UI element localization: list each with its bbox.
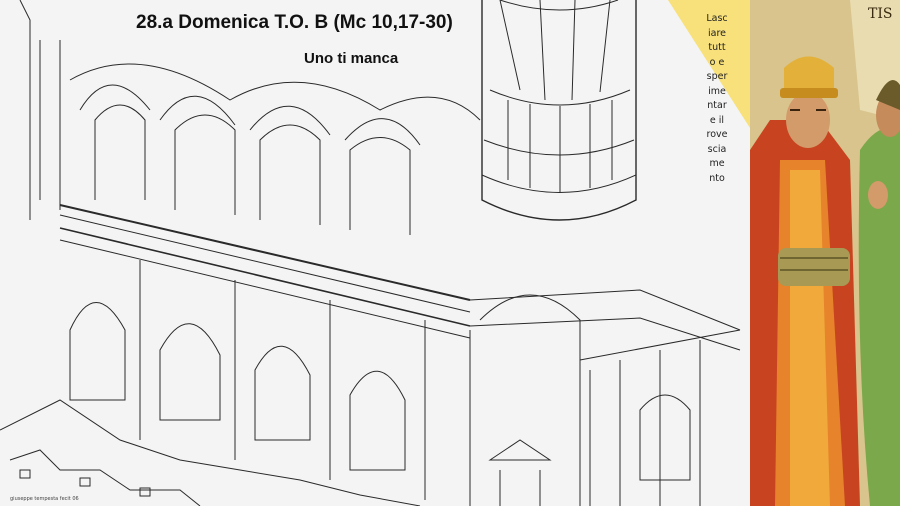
side-caption-line: e il (709, 114, 725, 126)
side-caption-line: Lasc (706, 13, 728, 24)
slide: TIS 28.a Domenica T.O. B (Mc 10,17-30) U… (0, 0, 900, 506)
slide-subtitle: Uno ti manca (304, 50, 399, 67)
arcade (69, 260, 701, 506)
slide-title: 28.a Domenica T.O. B (Mc 10,17-30) (136, 12, 453, 33)
side-caption: Lasc iare tutt o e sper ime ntar e il ro… (690, 12, 744, 186)
side-caption-line: nto (709, 172, 725, 184)
vaults (19, 0, 481, 235)
side-caption-line: scia (707, 143, 727, 155)
side-caption-line: ntar (707, 100, 727, 111)
side-caption-line: me (709, 158, 725, 169)
side-caption-line: sper (706, 71, 728, 82)
drawing-credit: giuseppe tempesta fecit 06 (10, 496, 79, 502)
svg-text:TIS: TIS (868, 6, 892, 22)
floor-plan (0, 399, 421, 506)
side-caption-line: ime (708, 85, 726, 97)
dome (481, 0, 637, 221)
side-caption-line: iare (707, 27, 726, 39)
cornice (59, 204, 741, 361)
side-caption-line: rove (706, 129, 728, 140)
painting: TIS (750, 0, 900, 506)
side-caption-line: tutt (708, 42, 726, 53)
architectural-drawing (0, 0, 750, 506)
side-caption-line: o e (709, 56, 725, 68)
